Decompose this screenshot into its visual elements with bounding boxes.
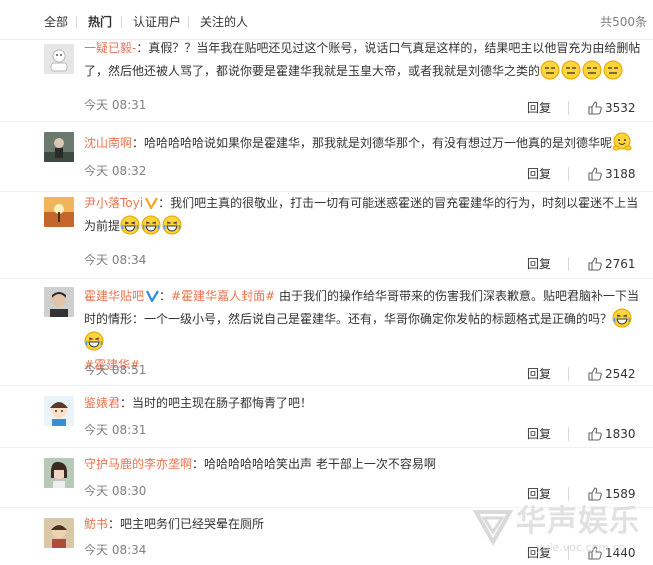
sleepy-face-emoji-icon <box>540 60 560 80</box>
comment-text: 鉴婊君：当时的吧主现在肠子都悔青了吧！ <box>84 396 313 410</box>
comment-username[interactable]: 尹小落Toyi <box>84 196 143 210</box>
like-button[interactable]: 1830 <box>588 427 636 441</box>
watermark-brand: 华声娱乐 <box>516 504 640 539</box>
comment-item: 尹小落Toyi ：我们吧主真的很敬业，打击一切有可能迷惑霍迷的冒充霍建华的行为，时… <box>0 192 653 279</box>
tab-divider <box>76 16 77 28</box>
reply-button[interactable]: 回复 <box>527 257 551 271</box>
comment-text: 沈山南啊：哈哈哈哈哈说如果你是霍建华，那我就是刘德华那个，有没有想过万一他真的是… <box>84 132 644 155</box>
verified-badge-icon <box>146 290 159 302</box>
action-divider <box>568 257 569 271</box>
reply-button[interactable]: 回复 <box>527 101 551 115</box>
like-button[interactable]: 2761 <box>588 257 636 271</box>
tab-following[interactable]: 关注的人 <box>200 15 248 29</box>
sleepy-face-emoji-icon <box>603 60 623 80</box>
avatar[interactable] <box>44 287 74 317</box>
thumbs-up-icon <box>588 167 602 181</box>
tab-divider <box>121 16 122 28</box>
comment-item: 鉴婊君：当时的吧主现在肠子都悔青了吧！ 今天 08:31 回复 1830 <box>0 386 653 448</box>
hugging-face-emoji-icon <box>612 132 632 152</box>
like-button[interactable]: 3532 <box>588 101 636 115</box>
comment-username[interactable]: 一疑已毅- <box>84 41 136 55</box>
verified-badge-icon <box>145 197 159 209</box>
laughing-face-emoji-icon <box>84 331 104 351</box>
like-count: 3532 <box>605 101 636 115</box>
comment-time: 今天 08:31 <box>84 98 147 112</box>
comment-username[interactable]: 沈山南啊 <box>84 136 132 150</box>
thumbs-up-icon <box>588 487 602 501</box>
reply-button[interactable]: 回复 <box>527 367 551 381</box>
tab-divider <box>188 16 189 28</box>
action-divider <box>568 101 569 115</box>
like-count: 1830 <box>605 427 636 441</box>
comment-text: 一疑已毅-：真假？？当年我在贴吧还见过这个账号，说话口气真是这样的，结果吧主以他… <box>84 41 641 80</box>
reply-button[interactable]: 回复 <box>527 427 551 441</box>
avatar[interactable] <box>44 132 74 162</box>
avatar[interactable] <box>44 44 74 74</box>
sleepy-face-emoji-icon <box>582 60 602 80</box>
laughing-face-emoji-icon <box>162 215 182 235</box>
topic-link[interactable]: #霍建华嘉人封面# <box>171 289 275 303</box>
avatar[interactable] <box>44 396 74 426</box>
thumbs-up-icon <box>588 427 602 441</box>
like-button[interactable]: 1589 <box>588 487 636 501</box>
sleepy-face-emoji-icon <box>561 60 581 80</box>
thumbs-up-icon <box>588 101 602 115</box>
action-divider <box>568 367 569 381</box>
reply-button[interactable]: 回复 <box>527 167 551 181</box>
tab-all[interactable]: 全部 <box>44 15 68 29</box>
laughing-face-emoji-icon <box>141 215 161 235</box>
comment-time: 今天 08:34 <box>84 543 147 557</box>
avatar[interactable] <box>44 518 74 548</box>
comment-item: 霍建华贴吧 ：#霍建华嘉人封面# 由于我们的操作给华哥带来的伤害我们深表歉意。贴吧… <box>0 279 653 386</box>
action-divider <box>568 487 569 501</box>
thumbs-up-icon <box>588 257 602 271</box>
watermark-url: yule.voc.com.cn <box>536 541 626 554</box>
like-count: 2542 <box>605 367 636 381</box>
action-divider <box>568 427 569 441</box>
comment-item: 一疑已毅-：真假？？当年我在贴吧还见过这个账号，说话口气真是这样的，结果吧主以他… <box>0 40 653 122</box>
reply-button[interactable]: 回复 <box>527 487 551 501</box>
comment-username[interactable]: 霍建华贴吧 <box>84 289 144 303</box>
comment-text: 守护马鹿的李亦垄啊：哈哈哈哈哈哈笑出声 老干部上一次不容易啊 <box>84 457 436 471</box>
laughing-face-emoji-icon <box>120 215 140 235</box>
comment-time: 今天 08:31 <box>84 423 147 437</box>
like-button[interactable]: 3188 <box>588 167 636 181</box>
comment-text: 霍建华贴吧 ：#霍建华嘉人封面# 由于我们的操作给华哥带来的伤害我们深表歉意。贴吧… <box>84 289 639 372</box>
comment-filter-tabs: 全部 热门 认证用户 关注的人 共500条 <box>0 0 653 40</box>
comment-time: 今天 08:32 <box>84 164 147 178</box>
watermark-logo-icon <box>472 510 514 546</box>
comment-item: 沈山南啊：哈哈哈哈哈说如果你是霍建华，那我就是刘德华那个，有没有想过万一他真的是… <box>0 122 653 192</box>
avatar[interactable] <box>44 197 74 227</box>
comment-username[interactable]: 守护马鹿的李亦垄啊 <box>84 457 192 471</box>
comment-text: 尹小落Toyi ：我们吧主真的很敬业，打击一切有可能迷惑霍迷的冒充霍建华的行为，时… <box>84 196 639 235</box>
comment-total-count: 共500条 <box>600 15 647 29</box>
comment-time: 今天 08:51 <box>84 363 147 377</box>
thumbs-up-icon <box>588 367 602 381</box>
avatar[interactable] <box>44 458 74 488</box>
comment-item: 守护马鹿的李亦垄啊：哈哈哈哈哈哈笑出声 老干部上一次不容易啊 今天 08:30 … <box>0 448 653 508</box>
like-count: 1589 <box>605 487 636 501</box>
like-button[interactable]: 2542 <box>588 367 636 381</box>
comment-username[interactable]: 鉴婊君 <box>84 396 120 410</box>
like-count: 3188 <box>605 167 636 181</box>
comment-time: 今天 08:34 <box>84 253 147 267</box>
action-divider <box>568 167 569 181</box>
comment-username[interactable]: 鲂书 <box>84 517 108 531</box>
tab-verified-users[interactable]: 认证用户 <box>133 15 181 29</box>
laughing-face-emoji-icon <box>612 308 632 328</box>
tab-hot[interactable]: 热门 <box>88 15 112 29</box>
comment-time: 今天 08:30 <box>84 484 147 498</box>
like-count: 2761 <box>605 257 636 271</box>
